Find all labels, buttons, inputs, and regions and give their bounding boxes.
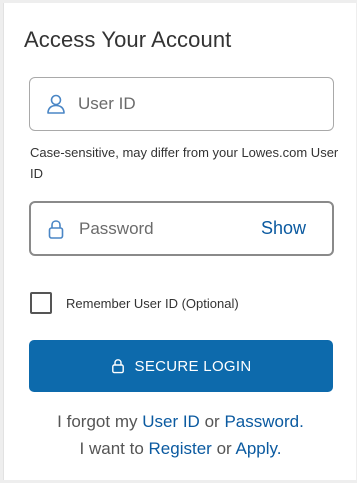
remember-user-id: Remember User ID (Optional): [30, 292, 239, 314]
user-id-hint: Case-sensitive, may differ from your Low…: [30, 145, 339, 181]
forgot-prefix: I forgot my: [57, 412, 138, 431]
lock-icon: [48, 220, 64, 239]
forgot-password-link[interactable]: Password.: [224, 412, 303, 431]
login-card: Access Your Account Case-sensitive, may …: [3, 3, 356, 480]
remember-label[interactable]: Remember User ID (Optional): [66, 296, 239, 311]
show-password-link[interactable]: Show: [261, 218, 306, 239]
user-id-input[interactable]: [78, 78, 278, 130]
register-apply-line: I want to Register or Apply.: [4, 439, 357, 459]
user-id-field[interactable]: [29, 77, 334, 131]
user-icon: [47, 94, 65, 114]
page-title: Access Your Account: [24, 27, 232, 52]
forgot-or: or: [204, 412, 220, 431]
want-prefix: I want to: [79, 439, 144, 458]
forgot-user-id-link[interactable]: User ID: [142, 412, 200, 431]
secure-login-button[interactable]: SECURE LOGIN: [29, 340, 333, 392]
want-or: or: [216, 439, 232, 458]
forgot-credentials-line: I forgot my User ID or Password.: [4, 412, 357, 432]
remember-checkbox[interactable]: [30, 292, 52, 314]
apply-link[interactable]: Apply.: [235, 439, 281, 458]
password-field[interactable]: Show: [29, 201, 334, 256]
lock-icon: [111, 359, 124, 374]
password-input[interactable]: [79, 203, 279, 254]
register-link[interactable]: Register: [149, 439, 212, 458]
secure-login-label: SECURE LOGIN: [134, 357, 252, 375]
